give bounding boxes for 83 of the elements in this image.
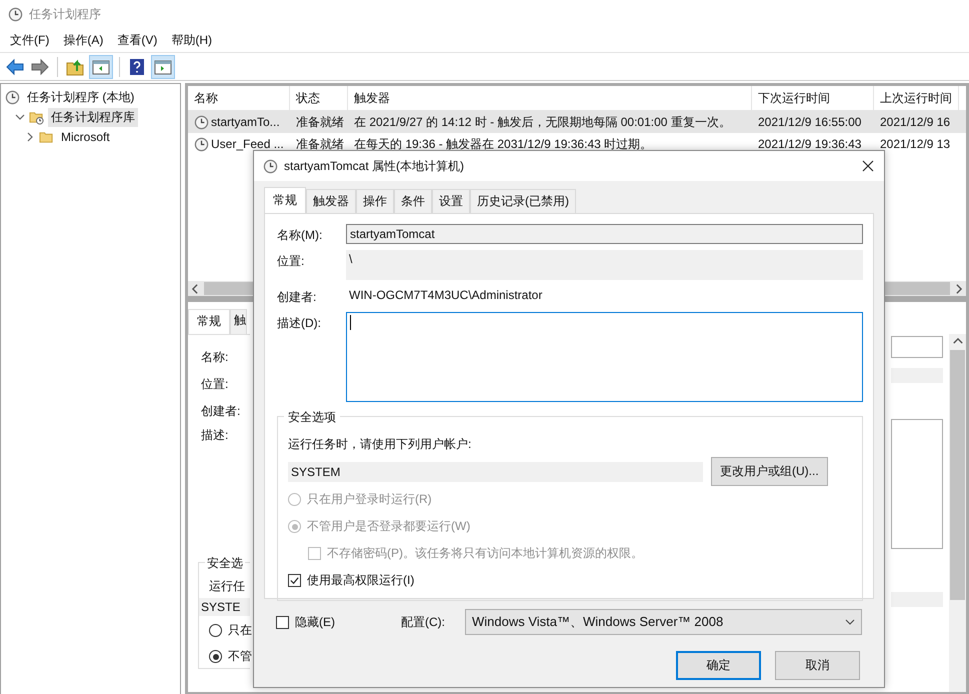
tab[interactable]: 常规 [264, 187, 306, 214]
change-user-button[interactable]: 更改用户或组(U)... [711, 457, 828, 486]
table-cell: 在每天的 19:36 - 触发器在 2031/12/9 19:36:43 时过期。 [354, 136, 652, 152]
task-row[interactable]: User_Feed ... 准备就绪 在每天的 19:36 - 触发器在 2031/12/9 19:36:43 时过期。 2021/12/9 19:36:43 2021/12/9 13 [188, 133, 966, 155]
option-label: 使用最高权限运行(I) [307, 572, 414, 589]
tab[interactable]: 触发器 [306, 189, 356, 213]
tab[interactable]: 操作 [356, 189, 394, 213]
column-header[interactable]: 上次运行时间 [874, 86, 959, 110]
tab[interactable]: 触 [230, 309, 247, 334]
table-cell: startyamTo... [211, 115, 280, 129]
field-label: 位置: [201, 376, 230, 393]
description-field[interactable] [891, 419, 943, 549]
tab[interactable]: 设置 [432, 189, 470, 213]
menu-item[interactable]: 帮助(H) [171, 32, 212, 48]
location-field: \ [346, 250, 863, 280]
field-label: 位置: [277, 253, 306, 270]
account-field: SYSTE [199, 598, 250, 616]
field-label: 创建者: [201, 403, 242, 420]
field-label: 描述(D): [277, 315, 322, 332]
clock-icon [5, 90, 20, 104]
folder-icon [39, 130, 54, 144]
field-label: 名称: [201, 349, 230, 366]
field-label: 创建者: [277, 289, 318, 306]
pane-toggle-icon[interactable] [89, 54, 113, 78]
close-icon[interactable] [862, 160, 874, 172]
option-label: 隐藏(E) [295, 614, 336, 630]
window-title: 任务计划程序 [29, 6, 101, 22]
clock-icon [194, 136, 209, 152]
table-cell: 准备就绪 [296, 114, 344, 130]
column-header[interactable]: 名称 [188, 86, 290, 110]
tab[interactable]: 条件 [394, 189, 432, 213]
menu-item[interactable]: 查看(V) [117, 32, 158, 48]
tree-item[interactable]: 任务计划程序库 [48, 108, 138, 126]
radio-button[interactable] [209, 650, 222, 663]
cancel-button[interactable]: 取消 [775, 651, 860, 680]
field-label: 运行任 [209, 578, 246, 595]
table-cell: User_Feed ... [211, 137, 284, 151]
chevron-down-icon[interactable] [15, 112, 25, 122]
name-field[interactable]: startyamTomcat [346, 224, 863, 244]
chevron-right-icon[interactable] [25, 132, 35, 142]
menu-item[interactable]: 文件(F) [10, 32, 50, 48]
table-cell: 在 2021/9/27 的 14:12 时 - 触发后，无限期地每隔 00:01:00 重复一次。 [354, 114, 731, 130]
radio-label: 不管 [228, 648, 252, 665]
description-field[interactable] [346, 312, 863, 402]
radio-label: 只在 [228, 622, 252, 639]
table-cell: 准备就绪 [296, 136, 344, 152]
option-label: 不存储密码(P)。该任务将只有访问本地计算机资源的权限。 [327, 545, 643, 562]
checkbox[interactable] [276, 616, 289, 628]
account-prompt: 运行任务时，请使用下列用户帐户: [288, 436, 472, 453]
column-header[interactable]: 状态 [290, 86, 348, 110]
ok-button[interactable]: 确定 [676, 651, 761, 680]
action-pane-icon[interactable] [151, 54, 175, 78]
column-header[interactable]: 触发器 [348, 86, 752, 110]
menu-item[interactable]: 操作(A) [63, 32, 104, 48]
table-cell: 2021/12/9 19:36:43 [758, 137, 862, 151]
table-cell: 2021/12/9 16 [880, 115, 950, 129]
table-cell: 2021/12/9 13 [880, 137, 950, 151]
clock-icon [8, 6, 23, 22]
clock-icon [263, 158, 278, 174]
tree-item[interactable]: Microsoft [58, 129, 113, 145]
task-row[interactable]: startyamTo... 准备就绪 在 2021/9/27 的 14:12 时 - 触发后，无限期地每隔 00:01:00 重复一次。 2021/12/9 16:55:00 2021/12/9 16 [188, 111, 966, 133]
vertical-scrollbar[interactable] [949, 334, 966, 692]
input-field[interactable] [891, 336, 943, 358]
config-dropdown[interactable]: Windows Vista™、Windows Server™ 2008 [465, 609, 862, 635]
option-label: 不管用户是否登录都要运行(W) [307, 518, 470, 535]
clock-icon [194, 114, 209, 130]
field-label: 配置(C): [401, 614, 446, 630]
field-label: 名称(M): [277, 227, 324, 244]
author-value: WIN-OGCM7T4M3UC\Administrator [348, 287, 544, 304]
group-title: 安全选项 [284, 409, 340, 426]
radio-button[interactable] [209, 624, 222, 637]
field-label: 描述: [201, 427, 230, 444]
tab[interactable]: 历史记录(已禁用) [470, 189, 576, 213]
checkbox[interactable] [288, 574, 301, 587]
group-title: 安全选 [205, 555, 245, 572]
column-header[interactable]: 下次运行时间 [752, 86, 874, 110]
dialog-title: startyamTomcat 属性(本地计算机) [284, 158, 466, 174]
tab[interactable]: 常规 [188, 309, 230, 334]
option-label: 只在用户登录时运行(R) [307, 491, 432, 508]
folder-clock-icon [29, 110, 44, 124]
table-cell: 2021/12/9 16:55:00 [758, 115, 862, 129]
account-field: SYSTEM [288, 462, 703, 482]
tree-item[interactable]: 任务计划程序 (本地) [24, 88, 138, 106]
